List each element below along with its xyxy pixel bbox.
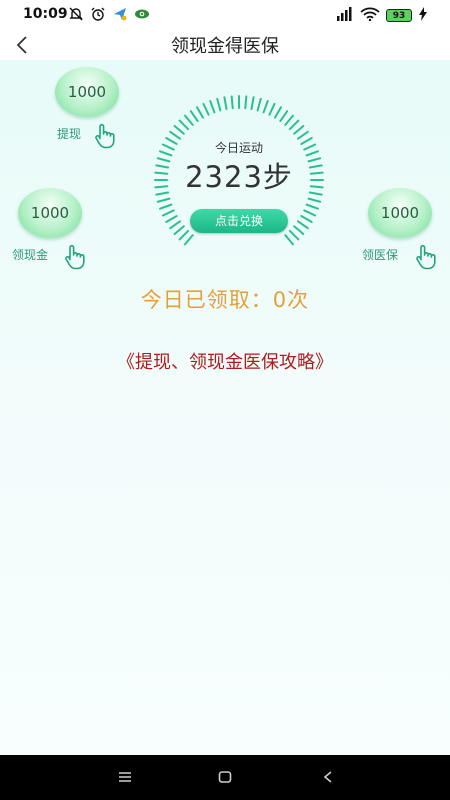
dial-tick xyxy=(284,234,294,246)
signal-icon xyxy=(334,6,354,25)
cash-coin-bubble[interactable]: 1000 xyxy=(18,188,82,238)
alarm-icon xyxy=(90,6,106,22)
dial-tick xyxy=(274,106,282,119)
dial-tick xyxy=(268,102,276,116)
pointing-hand-icon[interactable] xyxy=(61,243,89,271)
battery-icon: 93 xyxy=(386,9,412,22)
dial-tick xyxy=(223,96,228,111)
system-nav-bar xyxy=(0,755,450,800)
dial-tick xyxy=(305,203,319,210)
dial-tick xyxy=(209,100,216,114)
main-content: 1000 提现 1000 领现金 1000 领医保 今日运动 2323步 点击兑… xyxy=(0,60,450,755)
pointing-hand-icon[interactable] xyxy=(91,122,119,150)
dial-tick xyxy=(161,209,175,217)
withdraw-label: 提现 xyxy=(57,127,82,141)
dial-tick xyxy=(284,114,294,126)
muted-bell-icon xyxy=(68,6,84,22)
home-icon[interactable] xyxy=(215,767,235,787)
page-title: 领现金得医保 xyxy=(171,36,279,57)
dial-tick xyxy=(296,130,309,140)
menu-icon[interactable] xyxy=(115,767,135,787)
dial-tick xyxy=(293,125,305,135)
charging-icon xyxy=(418,6,428,25)
insurance-label: 领医保 xyxy=(362,248,399,262)
dial-tick xyxy=(169,130,182,140)
wifi-icon xyxy=(360,6,380,25)
dial-tick xyxy=(184,234,194,246)
back-triangle-icon[interactable] xyxy=(318,767,338,787)
dial-tick xyxy=(178,119,190,131)
steps-count: 2323步 xyxy=(185,160,293,194)
dial-tick xyxy=(169,220,182,230)
dial-tick xyxy=(230,95,234,110)
dial-tick xyxy=(250,96,255,111)
nav-bar: 领现金得医保 xyxy=(0,30,450,60)
status-right-icons: 93 xyxy=(334,6,428,25)
status-bar: 10:09 93 xyxy=(0,0,450,30)
dial-tick xyxy=(173,125,185,135)
dial-tick xyxy=(303,209,317,217)
dial-tick xyxy=(279,110,289,123)
dial-tick xyxy=(159,203,173,210)
dial-tick xyxy=(178,229,190,241)
dial-tick xyxy=(256,97,262,112)
dial-tick xyxy=(244,95,248,110)
dial-tick xyxy=(189,110,199,123)
dial-tick xyxy=(293,225,305,235)
dial-tick xyxy=(156,197,171,203)
dial-tick xyxy=(165,215,178,223)
dial-tick xyxy=(262,100,269,114)
dial-tick xyxy=(288,119,300,131)
dial-tick xyxy=(300,215,313,223)
insurance-coin-bubble[interactable]: 1000 xyxy=(368,188,432,238)
dial-tick xyxy=(216,97,222,112)
dial-tick xyxy=(196,106,204,119)
status-left-icons xyxy=(68,6,150,22)
app-notification-icon xyxy=(112,6,128,22)
dial-tick xyxy=(173,225,185,235)
dial-tick xyxy=(202,102,210,116)
dial-tick xyxy=(296,220,309,230)
eye-icon xyxy=(134,6,150,22)
status-time: 10:09 xyxy=(23,6,68,22)
dial-tick xyxy=(307,197,322,203)
claimed-count-text: 今日已领取：0次 xyxy=(140,288,310,312)
exchange-button[interactable]: 点击兑换 xyxy=(190,209,288,233)
withdraw-coin-bubble[interactable]: 1000 xyxy=(55,67,119,117)
strategy-guide-link[interactable]: 《提现、领现金医保攻略》 xyxy=(0,348,450,374)
pointing-hand-icon[interactable] xyxy=(412,243,440,271)
dial-tick xyxy=(288,229,300,241)
screen: 10:09 93 领现金得医保 1000 提现 1000 领现金 1000 领医… xyxy=(0,0,450,800)
cash-label: 领现金 xyxy=(12,248,49,262)
dial-tick xyxy=(184,114,194,126)
